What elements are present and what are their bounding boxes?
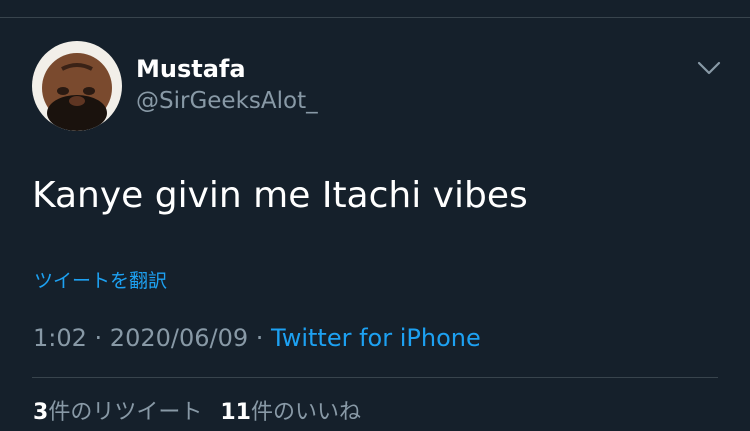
- tweet-detail-screen: Mustafa @SirGeeksAlot_ Kanye givin me It…: [0, 0, 750, 431]
- stats-divider: [32, 377, 718, 378]
- tweet-time: 1:02: [33, 324, 87, 352]
- tweet-stats: 3件のリツイート 11件のいいね: [33, 397, 361, 429]
- display-name[interactable]: Mustafa: [136, 54, 246, 84]
- retweets-stat[interactable]: 3件のリツイート: [33, 400, 202, 425]
- avatar[interactable]: [32, 41, 122, 131]
- profile-photo-icon: [32, 41, 122, 131]
- tweet-text: Kanye givin me Itachi vibes: [32, 175, 528, 216]
- like-label: 件のいいね: [250, 400, 361, 425]
- retweet-count: 3: [33, 400, 49, 425]
- like-count: 11: [220, 400, 251, 425]
- meta-separator: ·: [248, 324, 272, 352]
- translate-tweet-link[interactable]: ツイートを翻訳: [34, 268, 167, 294]
- tweet-source-link[interactable]: Twitter for iPhone: [271, 324, 481, 352]
- retweet-label: 件のリツイート: [48, 400, 203, 425]
- top-divider: [0, 17, 750, 18]
- user-handle[interactable]: @SirGeeksAlot_: [136, 86, 318, 116]
- tweet-metadata: 1:02 · 2020/06/09 · Twitter for iPhone: [33, 322, 481, 354]
- more-options-button[interactable]: [692, 55, 726, 81]
- likes-stat[interactable]: 11件のいいね: [220, 400, 361, 425]
- tweet-date: 2020/06/09: [109, 324, 249, 352]
- meta-separator: ·: [86, 324, 110, 352]
- chevron-down-icon: [697, 61, 721, 75]
